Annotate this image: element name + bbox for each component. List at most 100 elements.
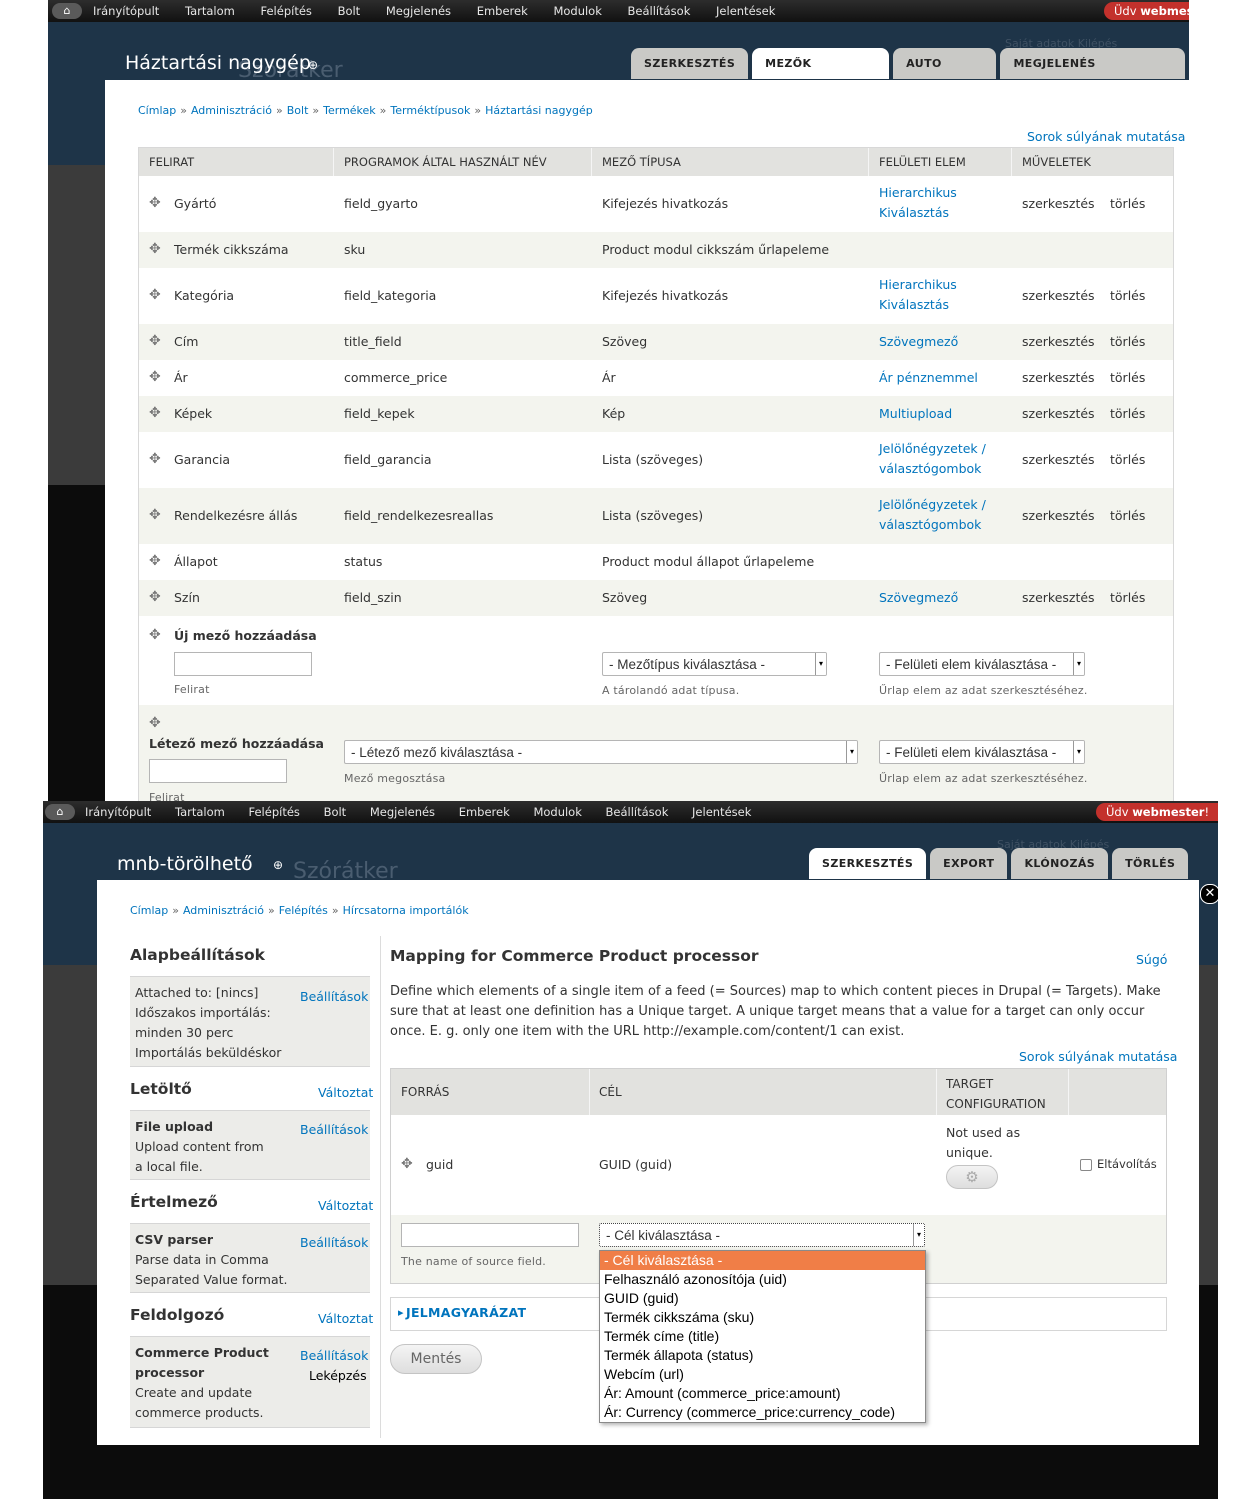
field-type-link[interactable]: Szöveg xyxy=(602,590,647,605)
parser-change-link[interactable]: Változtat xyxy=(318,1198,373,1213)
widget-link[interactable]: Szövegmező xyxy=(879,332,958,352)
tab-edit[interactable]: Szerkesztés xyxy=(809,848,927,879)
home-icon[interactable]: ⌂ xyxy=(45,804,75,820)
breadcrumb-link[interactable]: Termékek xyxy=(323,104,376,117)
toolbar-item[interactable]: Irányítópult xyxy=(85,801,151,823)
breadcrumb-link[interactable]: Felépítés xyxy=(279,904,328,917)
delete-link[interactable]: törlés xyxy=(1110,370,1145,385)
shortcut-add-icon[interactable]: ⊕ xyxy=(273,858,283,872)
edit-link[interactable]: szerkesztés xyxy=(1022,288,1095,303)
save-button[interactable]: Mentés xyxy=(390,1344,482,1374)
dropdown-option[interactable]: Webcím (url) xyxy=(600,1365,925,1384)
tab-edit[interactable]: Szerkesztés xyxy=(631,48,749,79)
drag-handle-icon[interactable]: ✥ xyxy=(149,333,161,349)
widget-link[interactable]: Kiválasztás xyxy=(879,203,957,223)
new-field-label-input[interactable] xyxy=(174,652,312,676)
tab-export[interactable]: Export xyxy=(930,848,1008,879)
tab-clone[interactable]: Klónozás xyxy=(1011,848,1109,879)
gear-icon[interactable]: ⚙ xyxy=(946,1165,998,1189)
dropdown-option[interactable]: Ár: Amount (commerce_price:amount) xyxy=(600,1384,925,1403)
show-row-weights-link[interactable]: Sorok súlyának mutatása xyxy=(1019,1049,1177,1064)
edit-link[interactable]: szerkesztés xyxy=(1022,406,1095,421)
toolbar-item[interactable]: Megjelenés xyxy=(370,801,435,823)
widget-link[interactable]: Ár pénznemmel xyxy=(879,368,978,388)
edit-link[interactable]: szerkesztés xyxy=(1022,370,1095,385)
field-type-link[interactable]: Ár xyxy=(602,370,616,385)
delete-link[interactable]: törlés xyxy=(1110,508,1145,523)
dropdown-option[interactable]: Termék állapota (status) xyxy=(600,1346,925,1365)
drag-handle-icon[interactable]: ✥ xyxy=(149,451,161,467)
tab-display-settings[interactable]: Megjelenés beállítása xyxy=(1000,48,1185,101)
drag-handle-icon[interactable]: ✥ xyxy=(401,1156,413,1172)
field-type-link[interactable]: Kifejezés hivatkozás xyxy=(602,288,728,303)
toolbar-item[interactable]: Beállítások xyxy=(606,801,669,823)
show-row-weights-link[interactable]: Sorok súlyának mutatása xyxy=(1027,129,1185,144)
field-type-link[interactable]: Kép xyxy=(602,406,625,421)
shortcut-add-icon[interactable]: ⊕ xyxy=(308,58,318,72)
parser-settings-link[interactable]: Beállítások xyxy=(300,1235,368,1250)
delete-link[interactable]: törlés xyxy=(1110,288,1145,303)
edit-link[interactable]: szerkesztés xyxy=(1022,452,1095,467)
drag-handle-icon[interactable]: ✥ xyxy=(149,627,161,643)
home-icon[interactable]: ⌂ xyxy=(52,3,82,19)
widget-link[interactable]: Hierarchikus xyxy=(879,183,957,203)
dropdown-option[interactable]: Termék cikkszáma (sku) xyxy=(600,1308,925,1327)
toolbar-item[interactable]: Modulok xyxy=(553,0,601,22)
drag-handle-icon[interactable]: ✥ xyxy=(149,195,161,211)
dropdown-option[interactable]: Termék címe (title) xyxy=(600,1327,925,1346)
user-greeting[interactable]: Üdv webmes xyxy=(1104,2,1189,20)
delete-link[interactable]: törlés xyxy=(1110,334,1145,349)
drag-handle-icon[interactable]: ✥ xyxy=(149,553,161,569)
toolbar-item[interactable]: Felépítés xyxy=(249,801,300,823)
field-type-select[interactable]: - Mezőtípus kiválasztása - ▾ xyxy=(602,652,827,676)
drag-handle-icon[interactable]: ✥ xyxy=(149,287,161,303)
dropdown-option[interactable]: GUID (guid) xyxy=(600,1289,925,1308)
breadcrumb-link[interactable]: Adminisztráció xyxy=(191,104,272,117)
widget-select[interactable]: - Felületi elem kiválasztása - ▾ xyxy=(879,740,1085,764)
target-dropdown-list[interactable]: - Cél kiválasztása - Felhasználó azonosít… xyxy=(599,1250,926,1423)
widget-link[interactable]: Hierarchikus xyxy=(879,275,957,295)
user-greeting[interactable]: Üdv webmester! xyxy=(1096,803,1218,821)
drag-handle-icon[interactable]: ✥ xyxy=(149,507,161,523)
widget-link[interactable]: Jelölőnégyzetek / xyxy=(879,495,986,515)
toolbar-item[interactable]: Emberek xyxy=(459,801,510,823)
dropdown-option[interactable]: Ár: Currency (commerce_price:currency_co… xyxy=(600,1403,925,1422)
breadcrumb-link[interactable]: Címlap xyxy=(130,904,168,917)
drag-handle-icon[interactable]: ✥ xyxy=(149,369,161,385)
edit-link[interactable]: szerkesztés xyxy=(1022,590,1095,605)
field-type-link[interactable]: Szöveg xyxy=(602,334,647,349)
remove-checkbox[interactable] xyxy=(1080,1159,1092,1171)
field-type-link[interactable]: Lista (szöveges) xyxy=(602,452,703,467)
drag-handle-icon[interactable]: ✥ xyxy=(149,405,161,421)
breadcrumb-link[interactable]: Bolt xyxy=(287,104,309,117)
toolbar-item[interactable]: Tartalom xyxy=(185,0,235,22)
fetcher-change-link[interactable]: Változtat xyxy=(318,1085,373,1100)
field-type-link[interactable]: Kifejezés hivatkozás xyxy=(602,196,728,211)
tab-manage-fields[interactable]: Mezők kezelése xyxy=(752,48,890,101)
existing-field-label-input[interactable] xyxy=(149,759,287,783)
breadcrumb-link[interactable]: Terméktípusok xyxy=(390,104,470,117)
widget-select[interactable]: - Felületi elem kiválasztása - ▾ xyxy=(879,652,1085,676)
processor-change-link[interactable]: Változtat xyxy=(318,1311,373,1326)
fetcher-settings-link[interactable]: Beállítások xyxy=(300,1122,368,1137)
toolbar-item[interactable]: Jelentések xyxy=(692,801,751,823)
help-link[interactable]: Súgó xyxy=(1136,952,1167,967)
toolbar-item[interactable]: Modulok xyxy=(533,801,581,823)
toolbar-item[interactable]: Megjelenés xyxy=(386,0,451,22)
existing-field-select[interactable]: - Létező mező kiválasztása - ▾ xyxy=(344,740,858,764)
breadcrumb-link[interactable]: Címlap xyxy=(138,104,176,117)
toolbar-item[interactable]: Bolt xyxy=(338,0,361,22)
toolbar-item[interactable]: Irányítópult xyxy=(93,0,159,22)
edit-link[interactable]: szerkesztés xyxy=(1022,508,1095,523)
toolbar-item[interactable]: Beállítások xyxy=(628,0,691,22)
delete-link[interactable]: törlés xyxy=(1110,590,1145,605)
drag-handle-icon[interactable]: ✥ xyxy=(149,241,161,257)
toolbar-item[interactable]: Emberek xyxy=(477,0,528,22)
widget-link[interactable]: választógombok xyxy=(879,515,986,535)
close-icon[interactable]: ✕ xyxy=(1200,884,1218,904)
toolbar-item[interactable]: Felépítés xyxy=(261,0,312,22)
breadcrumb-link[interactable]: Hírcsatorna importálók xyxy=(343,904,469,917)
drag-handle-icon[interactable]: ✥ xyxy=(149,589,161,605)
edit-link[interactable]: szerkesztés xyxy=(1022,334,1095,349)
widget-link[interactable]: választógombok xyxy=(879,459,986,479)
